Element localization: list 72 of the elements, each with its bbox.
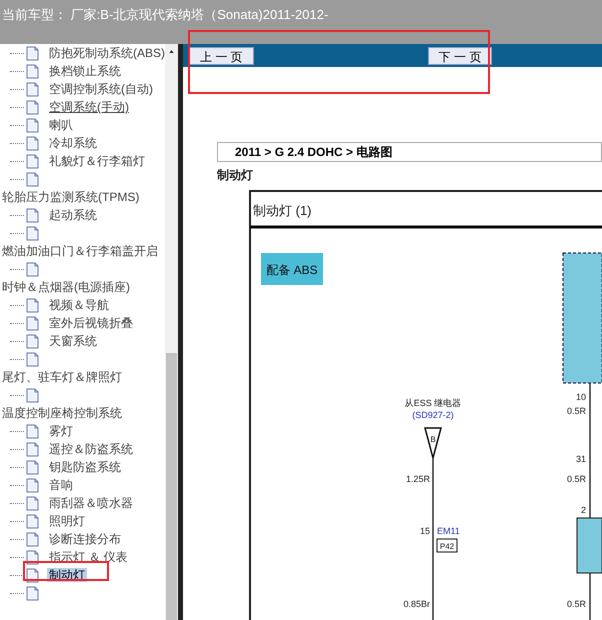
tree-item[interactable]: 防抱死制动系统(ABS)	[47, 46, 165, 60]
document-icon	[26, 460, 39, 474]
wire-label: (SD927-2)	[412, 410, 454, 420]
tree-item[interactable]: 诊断连接分布	[47, 532, 123, 546]
tree-item[interactable]: 空调控制系统(自动)	[47, 82, 155, 96]
section-title: 制动灯	[217, 167, 254, 184]
wire-label: 0.5R	[566, 599, 586, 609]
wire-label: 0.5R	[566, 474, 586, 484]
document-icon	[26, 442, 39, 456]
wire-label: 从ESS 继电器	[404, 398, 462, 408]
wire-label: 0.5R	[566, 406, 586, 416]
tree-item[interactable]: 雾灯	[47, 424, 75, 438]
tree-item[interactable]: 音响	[47, 478, 75, 492]
current-model-label: 当前车型： 厂家:B-北京现代索纳塔（Sonata)2011-2012-	[2, 7, 328, 22]
wire-label: 0.85Br	[403, 599, 430, 609]
document-icon	[26, 352, 39, 366]
abs-badge: 配备 ABS	[261, 253, 323, 285]
document-icon	[26, 136, 39, 150]
document-icon	[26, 316, 39, 330]
tree-item[interactable]: 燃油加油口门＆行李箱盖开启	[0, 243, 160, 259]
tree-item[interactable]: 起动系统	[47, 208, 99, 222]
document-icon	[26, 388, 39, 402]
tree-item[interactable]: 尾灯、驻车灯＆牌照灯	[0, 369, 124, 385]
connector-drawing: B	[424, 427, 442, 461]
document-icon	[26, 298, 39, 312]
page-ref-tag: P42	[436, 538, 458, 552]
pin-number: 31	[576, 454, 586, 464]
breadcrumb: 2011 > G 2.4 DOHC > 电路图	[235, 144, 392, 161]
document-icon	[26, 586, 39, 600]
document-icon	[26, 424, 39, 438]
pin-number: 10	[576, 392, 586, 402]
previous-page-button[interactable]: 上 一 页	[189, 46, 254, 64]
tree-item[interactable]: 温度控制座椅控制系统	[0, 405, 124, 421]
document-icon	[26, 532, 39, 546]
tree-item[interactable]: 轮胎压力监测系统(TPMS)	[0, 189, 142, 205]
document-icon	[26, 172, 39, 186]
scroll-up-icon[interactable]	[167, 50, 176, 54]
tree-item[interactable]: 换档锁止系统	[47, 64, 123, 78]
pin-number: 15	[420, 526, 430, 536]
document-icon	[26, 208, 39, 222]
document-icon	[26, 496, 39, 510]
tree-item[interactable]: 钥匙防盗系统	[47, 460, 123, 474]
tree-item[interactable]: 冷却系统	[47, 136, 99, 150]
switch-box-drawing	[576, 518, 602, 574]
document-icon	[26, 100, 39, 114]
document-icon	[26, 514, 39, 528]
tree-item[interactable]: 遥控＆防盗系统	[47, 442, 135, 456]
scrollbar-thumb[interactable]	[166, 353, 177, 620]
tree-item[interactable]: 空调系统(手动)	[47, 100, 131, 114]
document-icon	[26, 118, 39, 132]
document-icon	[26, 154, 39, 168]
tree-item[interactable]: 时钟＆点烟器(电源插座)	[0, 279, 132, 295]
document-icon	[26, 478, 39, 492]
tree-item[interactable]: 喇叭	[47, 118, 75, 132]
document-icon	[26, 226, 39, 240]
diagram-title: 制动灯 (1)	[253, 203, 312, 218]
tree-item[interactable]: 礼貌灯＆行李箱灯	[47, 154, 147, 168]
tree-item[interactable]: 照明灯	[47, 514, 87, 528]
tree-item[interactable]: 室外后视镜折叠	[47, 316, 135, 330]
document-icon	[26, 46, 39, 60]
tree-item[interactable]: 雨刮器＆喷水器	[47, 496, 135, 510]
next-page-button[interactable]: 下 一 页	[428, 46, 492, 64]
document-icon	[26, 262, 39, 276]
tree-item[interactable]: 天窗系统	[47, 334, 99, 348]
tree-item[interactable]: 视频＆导航	[47, 298, 111, 312]
wire-label: 1.25R	[406, 474, 430, 484]
document-icon	[26, 82, 39, 96]
pin-number: 2	[580, 505, 586, 515]
document-icon	[26, 64, 39, 78]
document-icon	[26, 334, 39, 348]
terminal-label: EM11	[437, 526, 460, 536]
scrollbar[interactable]	[165, 44, 178, 620]
